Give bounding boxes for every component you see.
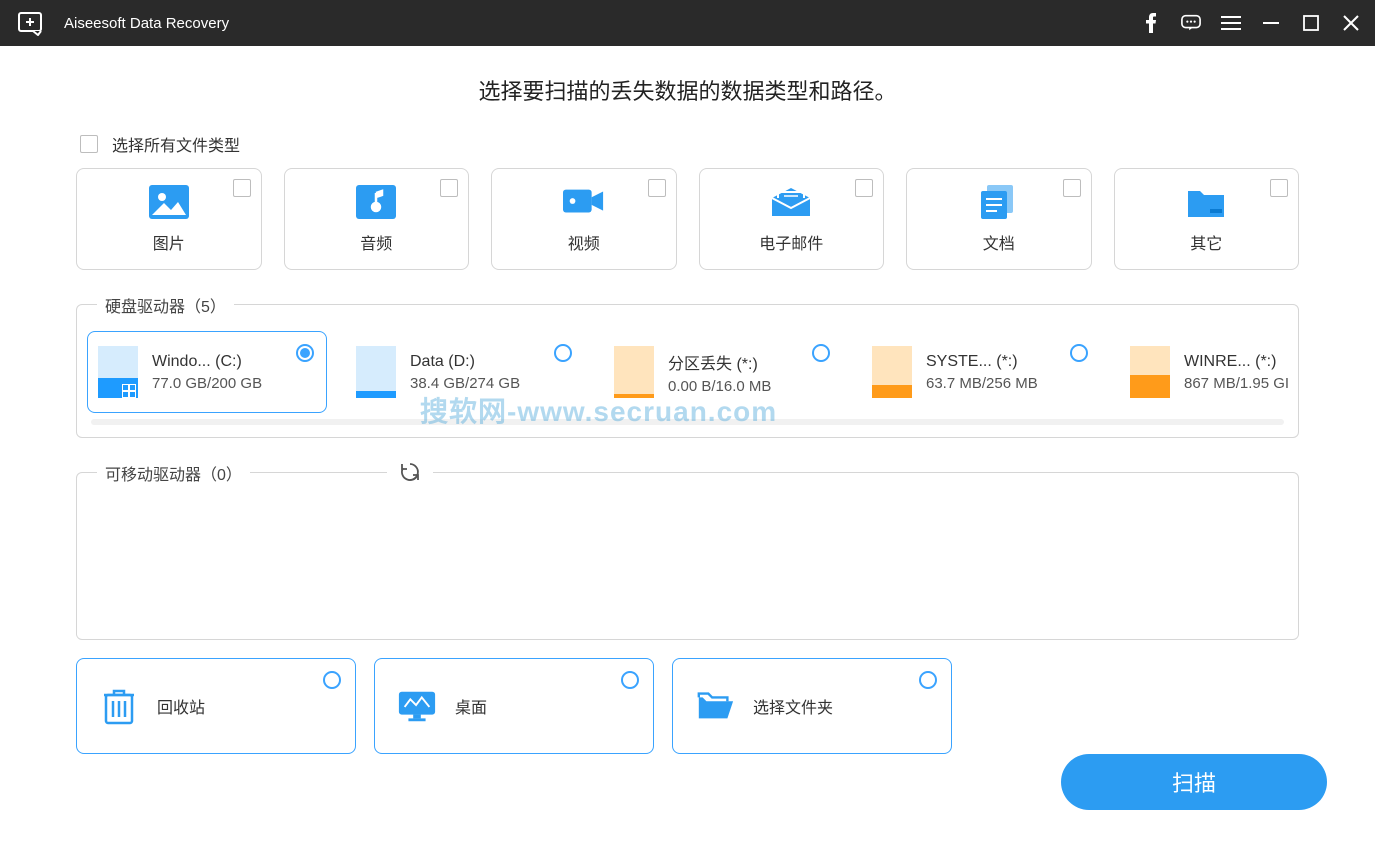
drive-size: 0.00 B/16.0 MB <box>668 378 771 395</box>
location-choose-folder[interactable]: 选择文件夹 <box>672 658 952 754</box>
drive-radio[interactable] <box>812 344 830 362</box>
location-radio[interactable] <box>919 671 937 689</box>
titlebar: Aiseesoft Data Recovery <box>0 0 1375 46</box>
select-all-label: 选择所有文件类型 <box>112 132 240 156</box>
scan-button[interactable]: 扫描 <box>1061 754 1327 810</box>
type-checkbox-image[interactable] <box>233 179 251 197</box>
type-checkbox-video[interactable] <box>648 179 666 197</box>
location-radio[interactable] <box>621 671 639 689</box>
drive-size: 77.0 GB/200 GB <box>152 375 262 392</box>
drive-size: 867 MB/1.95 GI <box>1184 375 1288 392</box>
app-title: Aiseesoft Data Recovery <box>64 15 229 32</box>
drive-name: Windo... (C:) <box>152 353 262 371</box>
feedback-icon[interactable] <box>1181 13 1201 33</box>
drive-size: 63.7 MB/256 MB <box>926 375 1038 392</box>
location-radio[interactable] <box>323 671 341 689</box>
type-card-video[interactable]: 视频 <box>491 168 677 270</box>
drive-name: 分区丢失 (*:) <box>668 350 771 374</box>
type-card-image[interactable]: 图片 <box>76 168 262 270</box>
type-label: 其它 <box>1190 230 1222 254</box>
audio-icon <box>355 184 397 220</box>
menu-icon[interactable] <box>1221 13 1241 33</box>
type-checkbox-other[interactable] <box>1270 179 1288 197</box>
close-button[interactable] <box>1341 13 1361 33</box>
drive-card[interactable]: Data (D:) 38.4 GB/274 GB <box>345 331 585 413</box>
select-all-checkbox[interactable] <box>80 135 98 153</box>
facebook-icon[interactable] <box>1141 13 1161 33</box>
removable-section: 可移动驱动器（0） <box>76 472 1299 640</box>
location-label: 桌面 <box>455 694 487 718</box>
refresh-button[interactable] <box>387 461 433 488</box>
type-card-audio[interactable]: 音频 <box>284 168 470 270</box>
folder-open-icon <box>695 686 735 726</box>
type-checkbox-email[interactable] <box>855 179 873 197</box>
location-label: 选择文件夹 <box>753 694 833 718</box>
image-icon <box>148 184 190 220</box>
drive-icon <box>872 346 912 398</box>
drive-radio[interactable] <box>554 344 572 362</box>
drive-card[interactable]: 分区丢失 (*:) 0.00 B/16.0 MB <box>603 331 843 413</box>
drive-radio[interactable] <box>296 344 314 362</box>
type-label: 视频 <box>568 230 600 254</box>
removable-section-label: 可移动驱动器（0） <box>97 461 250 485</box>
other-icon <box>1185 184 1227 220</box>
drive-icon <box>98 346 138 398</box>
type-card-document[interactable]: 文档 <box>906 168 1092 270</box>
type-checkbox-document[interactable] <box>1063 179 1081 197</box>
hdd-section-label: 硬盘驱动器（5） <box>97 293 234 317</box>
drive-name: Data (D:) <box>410 353 520 371</box>
drive-icon <box>1130 346 1170 398</box>
minimize-button[interactable] <box>1261 13 1281 33</box>
document-icon <box>978 184 1020 220</box>
type-label: 文档 <box>983 230 1015 254</box>
location-label: 回收站 <box>157 694 205 718</box>
hdd-scrollbar[interactable] <box>91 419 1284 425</box>
app-logo: Aiseesoft Data Recovery <box>18 10 229 36</box>
type-label: 电子邮件 <box>759 230 823 254</box>
drive-icon <box>614 346 654 398</box>
type-checkbox-audio[interactable] <box>440 179 458 197</box>
type-card-email[interactable]: 电子邮件 <box>699 168 885 270</box>
trash-icon <box>99 686 139 726</box>
drive-radio[interactable] <box>1070 344 1088 362</box>
type-label: 图片 <box>153 230 185 254</box>
drive-name: SYSTE... (*:) <box>926 353 1038 371</box>
desktop-icon <box>397 686 437 726</box>
video-icon <box>563 184 605 220</box>
drive-icon <box>356 346 396 398</box>
type-label: 音频 <box>360 230 392 254</box>
location-desktop[interactable]: 桌面 <box>374 658 654 754</box>
drive-size: 38.4 GB/274 GB <box>410 375 520 392</box>
drive-card[interactable]: SYSTE... (*:) 63.7 MB/256 MB <box>861 331 1101 413</box>
drive-name: WINRE... (*:) <box>1184 353 1288 371</box>
drive-card[interactable]: Windo... (C:) 77.0 GB/200 GB <box>87 331 327 413</box>
drive-card[interactable]: WINRE... (*:) 867 MB/1.95 GI <box>1119 331 1288 413</box>
page-heading: 选择要扫描的丢失数据的数据类型和路径。 <box>76 74 1299 106</box>
hdd-section: 硬盘驱动器（5） Windo... (C:)77.0 GB/200 GBData… <box>76 304 1299 438</box>
maximize-button[interactable] <box>1301 13 1321 33</box>
type-card-other[interactable]: 其它 <box>1114 168 1300 270</box>
email-icon <box>770 184 812 220</box>
location-recycle-bin[interactable]: 回收站 <box>76 658 356 754</box>
